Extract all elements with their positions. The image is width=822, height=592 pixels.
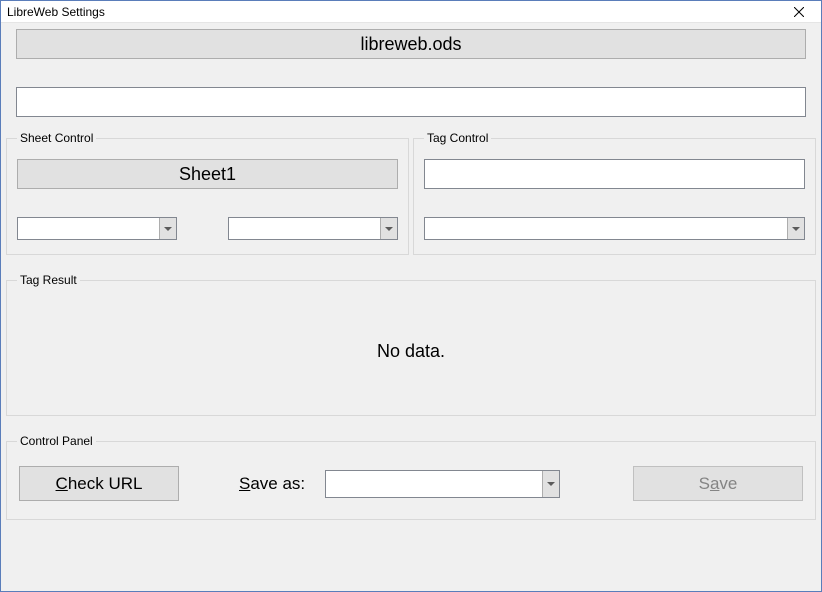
tag-combo-button[interactable] bbox=[787, 218, 804, 239]
sheet-control-group: Sheet Control Sheet1 bbox=[6, 131, 409, 255]
tag-result-legend: Tag Result bbox=[17, 273, 80, 287]
tag-result-body: No data. bbox=[17, 301, 805, 401]
save-as-combo[interactable] bbox=[325, 470, 560, 498]
control-panel-group: Control Panel Check URL Save as: Save bbox=[6, 434, 816, 520]
tag-result-text: No data. bbox=[377, 341, 445, 362]
chevron-down-icon bbox=[792, 227, 800, 231]
window-title: LibreWeb Settings bbox=[7, 5, 105, 19]
title-bar: LibreWeb Settings bbox=[1, 1, 821, 23]
top-block: libreweb.ods bbox=[6, 23, 816, 127]
save-button-label: Save bbox=[699, 474, 738, 494]
save-as-combo-button[interactable] bbox=[542, 471, 559, 497]
check-url-label: Check URL bbox=[56, 474, 143, 494]
sheet-name-button[interactable]: Sheet1 bbox=[17, 159, 398, 189]
tag-input[interactable] bbox=[424, 159, 805, 189]
sheet-control-legend: Sheet Control bbox=[17, 131, 96, 145]
chevron-down-icon bbox=[547, 482, 555, 486]
url-input[interactable] bbox=[16, 87, 806, 117]
chevron-down-icon bbox=[164, 227, 172, 231]
sheet-combo-2-button[interactable] bbox=[380, 218, 397, 239]
close-button[interactable] bbox=[776, 1, 821, 23]
sheet-name-label: Sheet1 bbox=[179, 164, 236, 185]
close-icon bbox=[794, 7, 804, 17]
control-panel-legend: Control Panel bbox=[17, 434, 96, 448]
file-name-label: libreweb.ods bbox=[360, 34, 461, 55]
tag-result-group: Tag Result No data. bbox=[6, 273, 816, 416]
save-as-label: Save as: bbox=[239, 474, 305, 494]
tag-control-group: Tag Control bbox=[413, 131, 816, 255]
file-name-button[interactable]: libreweb.ods bbox=[16, 29, 806, 59]
sheet-combo-1[interactable] bbox=[17, 217, 177, 240]
sheet-combo-2[interactable] bbox=[228, 217, 398, 240]
save-button[interactable]: Save bbox=[633, 466, 803, 501]
check-url-button[interactable]: Check URL bbox=[19, 466, 179, 501]
tag-control-legend: Tag Control bbox=[424, 131, 491, 145]
tag-combo[interactable] bbox=[424, 217, 805, 240]
chevron-down-icon bbox=[385, 227, 393, 231]
sheet-combo-1-button[interactable] bbox=[159, 218, 176, 239]
